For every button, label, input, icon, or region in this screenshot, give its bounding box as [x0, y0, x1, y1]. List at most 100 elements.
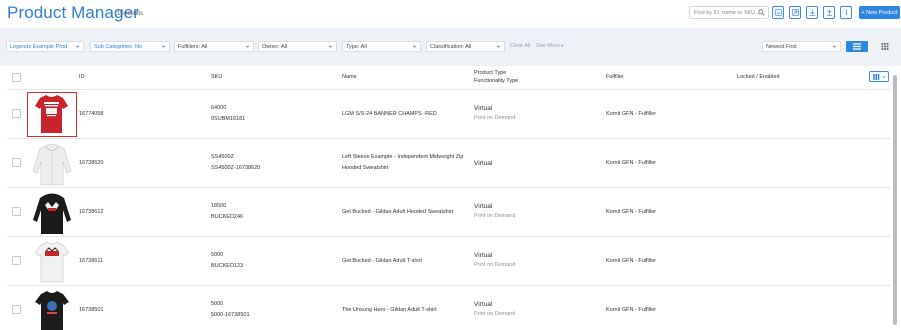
table-row[interactable]: 16774058 64000 0SUBM16181 LGM S/S-24 BAN…	[7, 90, 891, 139]
chevron-down-icon	[496, 45, 501, 48]
search-input[interactable]: Find by ID, name or SKU...	[689, 6, 769, 19]
product-fulfiller: Kornit GFN - Fulfiller	[606, 160, 657, 166]
table-row[interactable]: 16738611 5000 BUCKED123 Get Bucked - Gil…	[7, 237, 891, 286]
product-sku: 5000	[211, 301, 224, 307]
results-count: 10 results	[117, 11, 144, 17]
product-sku-variant: BUCKED246	[211, 214, 244, 220]
product-sku-variant: 0SUBM16181	[211, 116, 246, 122]
product-name: Left Sleeve Example - Independent Midwei…	[342, 154, 464, 160]
column-header-locked-enabled[interactable]: Locked / Enabled	[737, 74, 780, 81]
chevron-down-icon	[161, 45, 166, 48]
classification-select-value: Classification: All	[430, 44, 472, 50]
products-table: ID SKU Name Product Type Functionality T…	[7, 66, 891, 330]
product-thumbnail[interactable]	[27, 92, 77, 137]
chevron-down-icon	[75, 45, 80, 48]
import-icon	[774, 9, 782, 16]
list-view-icon	[853, 43, 861, 50]
column-header-product-type[interactable]: Product Type	[474, 70, 506, 77]
column-header-functionality-type[interactable]: Functionality Type	[474, 78, 518, 85]
product-sku: 18500	[211, 203, 227, 209]
download-button[interactable]	[806, 6, 818, 19]
row-checkbox[interactable]	[12, 305, 21, 314]
product-name-line2: Hooded Sweatshirt	[342, 165, 389, 171]
chevron-down-icon	[832, 45, 837, 48]
row-checkbox[interactable]	[12, 158, 21, 167]
info-button[interactable]	[840, 6, 852, 19]
store-select[interactable]: Legends Example Prod	[6, 41, 84, 52]
product-sku: SS4500Z	[211, 154, 234, 160]
tshirt-black-image	[35, 291, 69, 330]
new-product-button[interactable]: + New Product	[859, 6, 900, 19]
table-row[interactable]: 16738612 18500 BUCKED246 Get Bucked - Gi…	[7, 188, 891, 237]
scrollbar-thumb[interactable]	[893, 75, 897, 325]
product-sku-variant: BUCKED123	[211, 263, 244, 269]
tshirt-red-image	[35, 95, 68, 133]
type-select[interactable]: Type: All	[342, 41, 421, 52]
product-fulfiller: Kornit GFN - Fulfiller	[606, 111, 657, 117]
grid-view-button[interactable]	[874, 41, 896, 52]
product-type: Virtual	[474, 160, 493, 167]
product-name: The Unsung Hero - Gildan Adult T-shirt	[342, 307, 437, 313]
see-more-link[interactable]: See More ▸	[536, 43, 564, 49]
column-header-fulfiller[interactable]: Fulfiller	[606, 74, 624, 81]
product-sku: 64000	[211, 105, 227, 111]
classification-select[interactable]: Classification: All	[426, 41, 505, 52]
subcategories-select[interactable]: Sub Categories: No	[90, 41, 170, 52]
product-thumbnail[interactable]	[27, 190, 77, 235]
import-button[interactable]	[772, 6, 784, 19]
product-name: Get Bucked - Gildan Adult Hooded Sweatsh…	[342, 209, 454, 215]
hoodie-white-image	[32, 144, 72, 186]
chevron-down-icon	[882, 75, 885, 78]
product-sku-variant: SS4500Z-16738620	[211, 165, 261, 171]
columns-icon	[872, 73, 879, 80]
search-placeholder: Find by ID, name or SKU...	[694, 10, 760, 16]
product-id: 16738620	[79, 160, 104, 166]
fulfillers-select-value: Fulfillers: All	[178, 44, 208, 50]
list-view-button[interactable]	[846, 41, 868, 52]
owner-select-value: Owner: All	[262, 44, 288, 50]
select-all-checkbox[interactable]	[12, 73, 21, 82]
column-header-id[interactable]: ID	[79, 74, 85, 81]
product-id: 16738612	[79, 209, 104, 215]
info-icon	[845, 9, 847, 16]
product-id: 16738501	[79, 307, 104, 313]
product-name: Get Bucked - Gildan Adult T-shirt	[342, 258, 422, 264]
product-thumbnail[interactable]	[27, 141, 77, 186]
search-icon[interactable]	[758, 9, 765, 16]
product-fulfiller: Kornit GFN - Fulfiller	[606, 258, 657, 264]
row-checkbox[interactable]	[12, 109, 21, 118]
functionality-type: Print on Demand	[474, 213, 516, 219]
store-select-value: Legends Example Prod	[10, 44, 68, 50]
type-select-value: Type: All	[346, 44, 367, 50]
product-thumbnail[interactable]	[27, 239, 77, 284]
page-header: Product Manager 10 results Find by ID, n…	[0, 0, 901, 28]
subcategories-select-value: Sub Categories: No	[94, 44, 142, 50]
row-checkbox[interactable]	[12, 207, 21, 216]
product-sku-variant: 5000-16738501	[211, 312, 250, 318]
sort-select[interactable]: Newest First	[762, 41, 841, 52]
product-fulfiller: Kornit GFN - Fulfiller	[606, 209, 657, 215]
functionality-type: Print on Demand	[474, 115, 516, 121]
product-fulfiller: Kornit GFN - Fulfiller	[606, 307, 657, 313]
sort-select-value: Newest First	[766, 44, 797, 50]
filter-bar: Legends Example Prod Sub Categories: No …	[0, 28, 901, 66]
column-header-name[interactable]: Name	[342, 74, 357, 81]
hoodie-black-image	[33, 193, 71, 234]
owner-select[interactable]: Owner: All	[258, 41, 337, 52]
export-button[interactable]	[789, 6, 801, 19]
chevron-down-icon	[245, 45, 250, 48]
product-name: LGM S/S-24 BANNER CHAMPS -RED	[342, 111, 437, 117]
columns-button[interactable]	[869, 71, 889, 82]
product-thumbnail[interactable]	[27, 288, 77, 330]
grid-view-icon	[881, 43, 889, 50]
clear-all-link[interactable]: Clear All	[510, 43, 530, 49]
column-header-sku[interactable]: SKU	[211, 74, 222, 81]
upload-button[interactable]	[823, 6, 835, 19]
table-row[interactable]: 16738501 5000 5000-16738501 The Unsung H…	[7, 286, 891, 330]
download-icon	[809, 9, 815, 16]
table-header: ID SKU Name Product Type Functionality T…	[7, 66, 891, 90]
table-row[interactable]: 16738620 SS4500Z SS4500Z-16738620 Left S…	[7, 139, 891, 188]
row-checkbox[interactable]	[12, 256, 21, 265]
fulfillers-select[interactable]: Fulfillers: All	[174, 41, 254, 52]
tshirt-white-image	[34, 241, 70, 283]
